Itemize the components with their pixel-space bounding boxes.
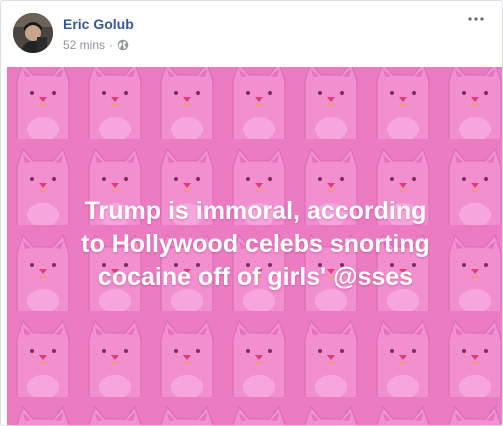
avatar-image xyxy=(13,13,53,53)
more-options-icon xyxy=(468,17,484,21)
avatar[interactable] xyxy=(13,13,53,53)
globe-icon[interactable] xyxy=(117,39,129,51)
author-name[interactable]: Eric Golub xyxy=(63,16,134,32)
facebook-post: Eric Golub 52 mins · Trump is immoral, a… xyxy=(0,0,503,426)
meta-separator: · xyxy=(109,38,114,52)
post-text-overlay: Trump is immoral, according to Hollywood… xyxy=(7,195,502,294)
post-image[interactable]: Trump is immoral, according to Hollywood… xyxy=(7,67,502,425)
post-text-line: cocaine off of girls' @sses xyxy=(97,263,414,291)
post-meta: 52 mins · xyxy=(63,38,129,52)
timestamp[interactable]: 52 mins xyxy=(63,38,105,52)
post-text-line: to Hollywood celebs snorting xyxy=(81,230,430,258)
more-options-button[interactable] xyxy=(464,11,488,27)
post-text-line: Trump is immoral, according xyxy=(84,197,427,225)
post-header: Eric Golub 52 mins · xyxy=(1,1,502,67)
